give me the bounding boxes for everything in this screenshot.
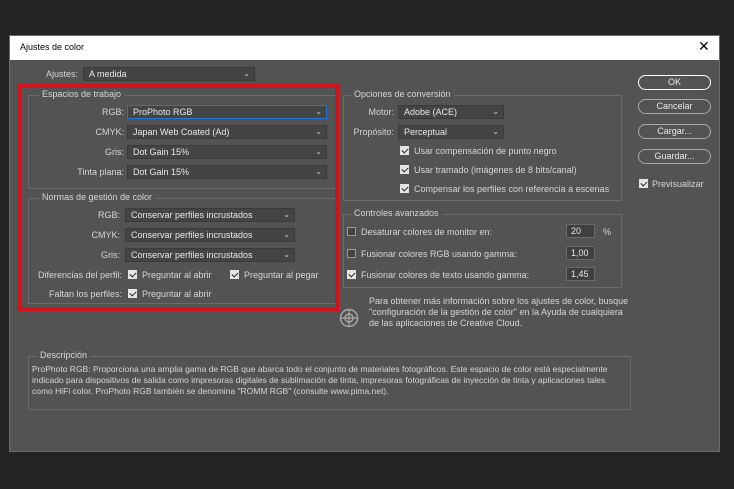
advanced-title: Controles avanzados <box>351 208 442 218</box>
settings-value: A medida <box>89 69 127 79</box>
dither-label: Usar tramado (imágenes de 8 bits/canal) <box>414 165 577 175</box>
desaturate-input[interactable]: 20 <box>566 224 595 238</box>
blend-rgb-checkbox[interactable] <box>347 249 356 258</box>
dialog-title: Ajustes de color <box>20 42 85 52</box>
black-point-checkbox[interactable] <box>400 146 409 155</box>
settings-select[interactable]: A medida ⌄ <box>83 67 255 81</box>
desaturate-unit: % <box>603 227 612 237</box>
desaturate-checkbox[interactable] <box>347 227 356 236</box>
compensate-checkbox[interactable] <box>400 184 409 193</box>
blend-rgb-label: Fusionar colores RGB usando gamma: <box>361 249 517 259</box>
preview-checkbox[interactable] <box>639 179 648 188</box>
conversion-title: Opciones de conversión <box>351 89 454 99</box>
cancel-button[interactable]: Cancelar <box>638 99 711 114</box>
blend-text-checkbox[interactable] <box>347 270 356 279</box>
save-button[interactable]: Guardar... <box>638 149 711 164</box>
load-button[interactable]: Cargar... <box>638 124 711 139</box>
blend-text-label: Fusionar colores de texto usando gamma: <box>361 270 530 280</box>
color-wheel-icon <box>339 308 359 328</box>
info-text: Para obtener más información sobre los a… <box>369 296 629 328</box>
preview-label: Previsualizar <box>652 179 704 189</box>
engine-select[interactable]: Adobe (ACE) ⌄ <box>398 105 504 119</box>
close-icon[interactable]: ✕ <box>698 38 710 55</box>
intent-select[interactable]: Perceptual ⌄ <box>398 125 504 139</box>
blend-rgb-input[interactable]: 1,00 <box>566 246 595 260</box>
intent-label: Propósito: <box>353 127 394 137</box>
chevron-down-icon: ⌄ <box>243 69 250 78</box>
blend-text-input[interactable]: 1,45 <box>566 267 595 281</box>
chevron-down-icon: ⌄ <box>492 127 499 136</box>
intent-value: Perceptual <box>404 127 448 137</box>
dither-checkbox[interactable] <box>400 165 409 174</box>
chevron-down-icon: ⌄ <box>492 107 499 116</box>
ok-button[interactable]: OK <box>638 75 711 90</box>
engine-value: Adobe (ACE) <box>404 107 458 117</box>
settings-label: Ajustes: <box>45 69 78 79</box>
desaturate-label: Desaturar colores de monitor en: <box>361 227 493 237</box>
black-point-label: Usar compensación de punto negro <box>414 146 557 156</box>
description-title: Descripción <box>37 350 91 360</box>
dialog-titlebar: Ajustes de color ✕ <box>10 36 719 60</box>
engine-label: Motor: <box>368 107 394 117</box>
highlight-frame <box>17 84 339 311</box>
description-text: ProPhoto RGB: Proporciona una amplia gam… <box>32 364 608 396</box>
compensate-label: Compensar los perfiles con referencia a … <box>414 184 610 194</box>
